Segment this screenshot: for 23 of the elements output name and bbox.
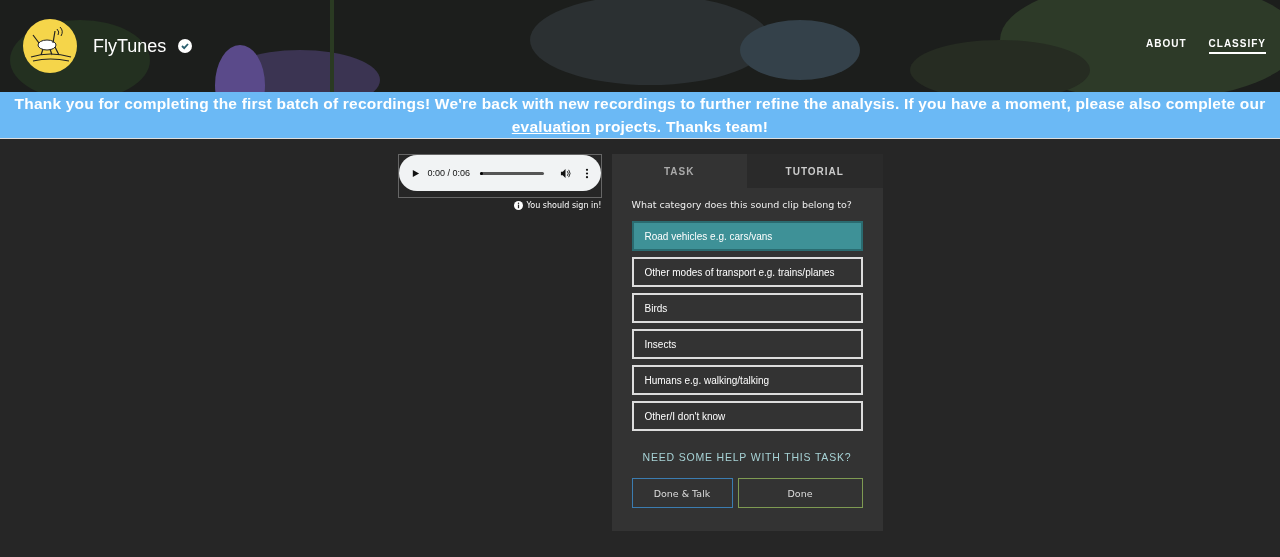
answer-option[interactable]: Insects [631,329,863,359]
answer-option[interactable]: Humans e.g. walking/talking [631,365,863,395]
done-button[interactable]: Done [737,478,863,508]
question-text: What category does this sound clip belong to? [631,199,853,210]
info-icon [513,201,523,210]
more-options-icon[interactable] [584,167,589,179]
playback-time: 0:00 / 0:06 [427,168,471,178]
play-icon[interactable] [410,168,420,178]
nav-link[interactable]: CLASSIFY [1208,38,1266,54]
volume-icon[interactable] [559,167,571,179]
nav-link[interactable]: ABOUT [1146,38,1187,54]
panel-tab[interactable]: TUTORIAL [747,154,883,188]
project-name: FlyTunes [93,35,167,57]
seek-slider[interactable] [480,171,544,175]
done-and-talk-button[interactable]: Done & Talk [631,478,733,508]
cricket-logo-icon[interactable] [23,19,77,73]
answer-option[interactable]: Other modes of transport e.g. trains/planes [631,257,863,287]
help-link[interactable]: NEED SOME HELP WITH THIS TASK? [631,451,863,463]
answer-option[interactable]: Other/I don't know [631,401,863,431]
answer-option[interactable]: Road vehicles e.g. cars/vans [631,221,863,251]
sign-in-notice: You should sign in! [526,201,602,210]
answer-option[interactable]: Birds [631,293,863,323]
announcement-text: Thank you for completing the first batch of recordings! We're back with new recordings to further refine the analysis. If you have a moment, please also complete our evaluation projects. Thanks team! [13,94,1267,137]
